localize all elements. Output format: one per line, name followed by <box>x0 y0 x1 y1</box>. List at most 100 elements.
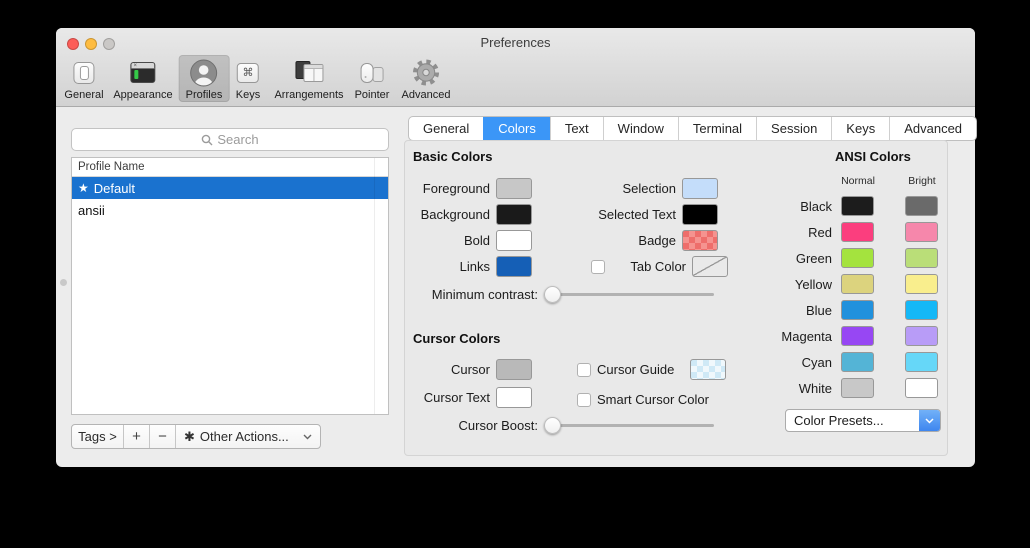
ansi-black-normal-well[interactable] <box>841 196 874 216</box>
ansi-row-blue: Blue <box>740 300 938 320</box>
profile-actions-bar: Tags > + − ✱ Other Actions... <box>71 424 321 449</box>
toolbar-item-appearance[interactable]: × Appearance <box>106 55 179 102</box>
ansi-cyan-bright-well[interactable] <box>905 352 938 372</box>
profile-list: Profile Name ★ Default ansii <box>71 157 389 415</box>
dropdown-arrow-button[interactable] <box>919 410 940 431</box>
other-actions-dropdown[interactable]: ✱ Other Actions... <box>176 425 320 448</box>
basic-colors-title: Basic Colors <box>413 149 492 164</box>
tags-button[interactable]: Tags > <box>72 425 124 448</box>
cursor-color-well[interactable] <box>496 359 532 380</box>
add-profile-button[interactable]: + <box>124 425 150 448</box>
tab-keys[interactable]: Keys <box>831 117 889 140</box>
toolbar-item-profiles[interactable]: Profiles <box>179 55 230 102</box>
selected-text-color-well[interactable] <box>682 204 718 225</box>
foreground-color-well[interactable] <box>496 178 532 199</box>
tab-text[interactable]: Text <box>550 117 603 140</box>
appearance-window-icon: × <box>130 57 155 88</box>
search-input[interactable]: Search <box>71 128 389 151</box>
ansi-magenta-normal-well[interactable] <box>841 326 874 346</box>
cursor-text-label: Cursor Text <box>405 390 490 405</box>
ansi-cyan-normal-well[interactable] <box>841 352 874 372</box>
tab-general[interactable]: General <box>409 117 483 140</box>
profile-name: Default <box>94 181 135 196</box>
toolbar-item-arrangements[interactable]: Arrangements <box>267 55 350 102</box>
ansi-magenta-bright-well[interactable] <box>905 326 938 346</box>
background-color-well[interactable] <box>496 204 532 225</box>
toolbar-item-general[interactable]: General <box>57 55 110 102</box>
slider-knob[interactable] <box>544 417 561 434</box>
ansi-yellow-bright-well[interactable] <box>905 274 938 294</box>
toolbar-item-pointer[interactable]: Pointer <box>348 55 397 102</box>
chevron-down-icon <box>925 418 934 424</box>
window-header: Preferences General × Appearance <box>56 28 975 107</box>
cursor-guide-color-well[interactable] <box>690 359 726 380</box>
profiles-person-icon <box>190 57 218 88</box>
badge-label: Badge <box>555 233 676 248</box>
ansi-green-normal-well[interactable] <box>841 248 874 268</box>
ansi-black-bright-well[interactable] <box>905 196 938 216</box>
general-switch-icon <box>73 57 94 88</box>
minimum-contrast-slider[interactable] <box>544 286 714 303</box>
tab-advanced[interactable]: Advanced <box>889 117 976 140</box>
search-placeholder: Search <box>217 132 258 147</box>
cursor-text-color-well[interactable] <box>496 387 532 408</box>
ansi-white-normal-well[interactable] <box>841 378 874 398</box>
slider-knob[interactable] <box>544 286 561 303</box>
tab-color-checkbox[interactable] <box>591 260 605 274</box>
color-presets-dropdown[interactable]: Color Presets... <box>785 409 941 432</box>
selection-color-well[interactable] <box>682 178 718 199</box>
minimum-contrast-label: Minimum contrast: <box>405 287 538 302</box>
cursor-guide-checkbox[interactable] <box>577 363 591 377</box>
ansi-white-bright-well[interactable] <box>905 378 938 398</box>
background-label: Background <box>405 207 490 222</box>
command-key-icon: ⌘ <box>237 57 259 88</box>
cursor-guide-label: Cursor Guide <box>597 362 681 377</box>
remove-profile-button[interactable]: − <box>150 425 176 448</box>
ansi-blue-bright-well[interactable] <box>905 300 938 320</box>
links-color-well[interactable] <box>496 256 532 277</box>
bold-color-well[interactable] <box>496 230 532 251</box>
tab-colors[interactable]: Colors <box>483 117 550 140</box>
star-icon: ★ <box>78 181 89 195</box>
colors-panel: Basic Colors Foreground Background Bold … <box>404 140 948 456</box>
tab-window[interactable]: Window <box>603 117 678 140</box>
selected-text-label: Selected Text <box>555 207 676 222</box>
ansi-yellow-normal-well[interactable] <box>841 274 874 294</box>
mouse-pointer-icon <box>358 57 386 88</box>
cursor-colors-title: Cursor Colors <box>413 331 500 346</box>
ansi-bright-header: Bright <box>892 175 952 187</box>
ansi-blue-normal-well[interactable] <box>841 300 874 320</box>
cursor-boost-slider[interactable] <box>544 417 714 434</box>
chevron-down-icon <box>303 434 312 440</box>
ansi-row-black: Black <box>740 196 938 216</box>
selection-label: Selection <box>555 181 676 196</box>
gear-icon: ✱ <box>184 429 195 445</box>
ansi-colors-title: ANSI Colors <box>835 149 911 164</box>
badge-color-well[interactable] <box>682 230 718 251</box>
ansi-red-normal-well[interactable] <box>841 222 874 242</box>
foreground-label: Foreground <box>405 181 490 196</box>
cursor-boost-label: Cursor Boost: <box>405 418 538 433</box>
smart-cursor-color-checkbox[interactable] <box>577 393 591 407</box>
profile-tabs: General Colors Text Window Terminal Sess… <box>408 116 977 141</box>
ansi-row-red: Red <box>740 222 938 242</box>
profile-row-default[interactable]: ★ Default <box>72 177 388 199</box>
cursor-label: Cursor <box>405 362 490 377</box>
toolbar-item-advanced[interactable]: Advanced <box>395 55 458 102</box>
window-title: Preferences <box>56 35 975 50</box>
ansi-row-green: Green <box>740 248 938 268</box>
ansi-red-bright-well[interactable] <box>905 222 938 242</box>
ansi-green-bright-well[interactable] <box>905 248 938 268</box>
ansi-row-cyan: Cyan <box>740 352 938 372</box>
search-icon <box>201 134 213 146</box>
toolbar-item-keys[interactable]: ⌘ Keys <box>229 55 267 102</box>
bold-label: Bold <box>405 233 490 248</box>
preferences-window: Preferences General × Appearance <box>56 28 975 467</box>
tab-color-well[interactable] <box>692 256 728 277</box>
profile-row-ansii[interactable]: ansii <box>72 199 388 221</box>
tab-terminal[interactable]: Terminal <box>678 117 756 140</box>
tab-session[interactable]: Session <box>756 117 831 140</box>
splitter-handle[interactable] <box>60 279 67 286</box>
ansi-row-magenta: Magenta <box>740 326 938 346</box>
column-divider <box>374 158 375 414</box>
